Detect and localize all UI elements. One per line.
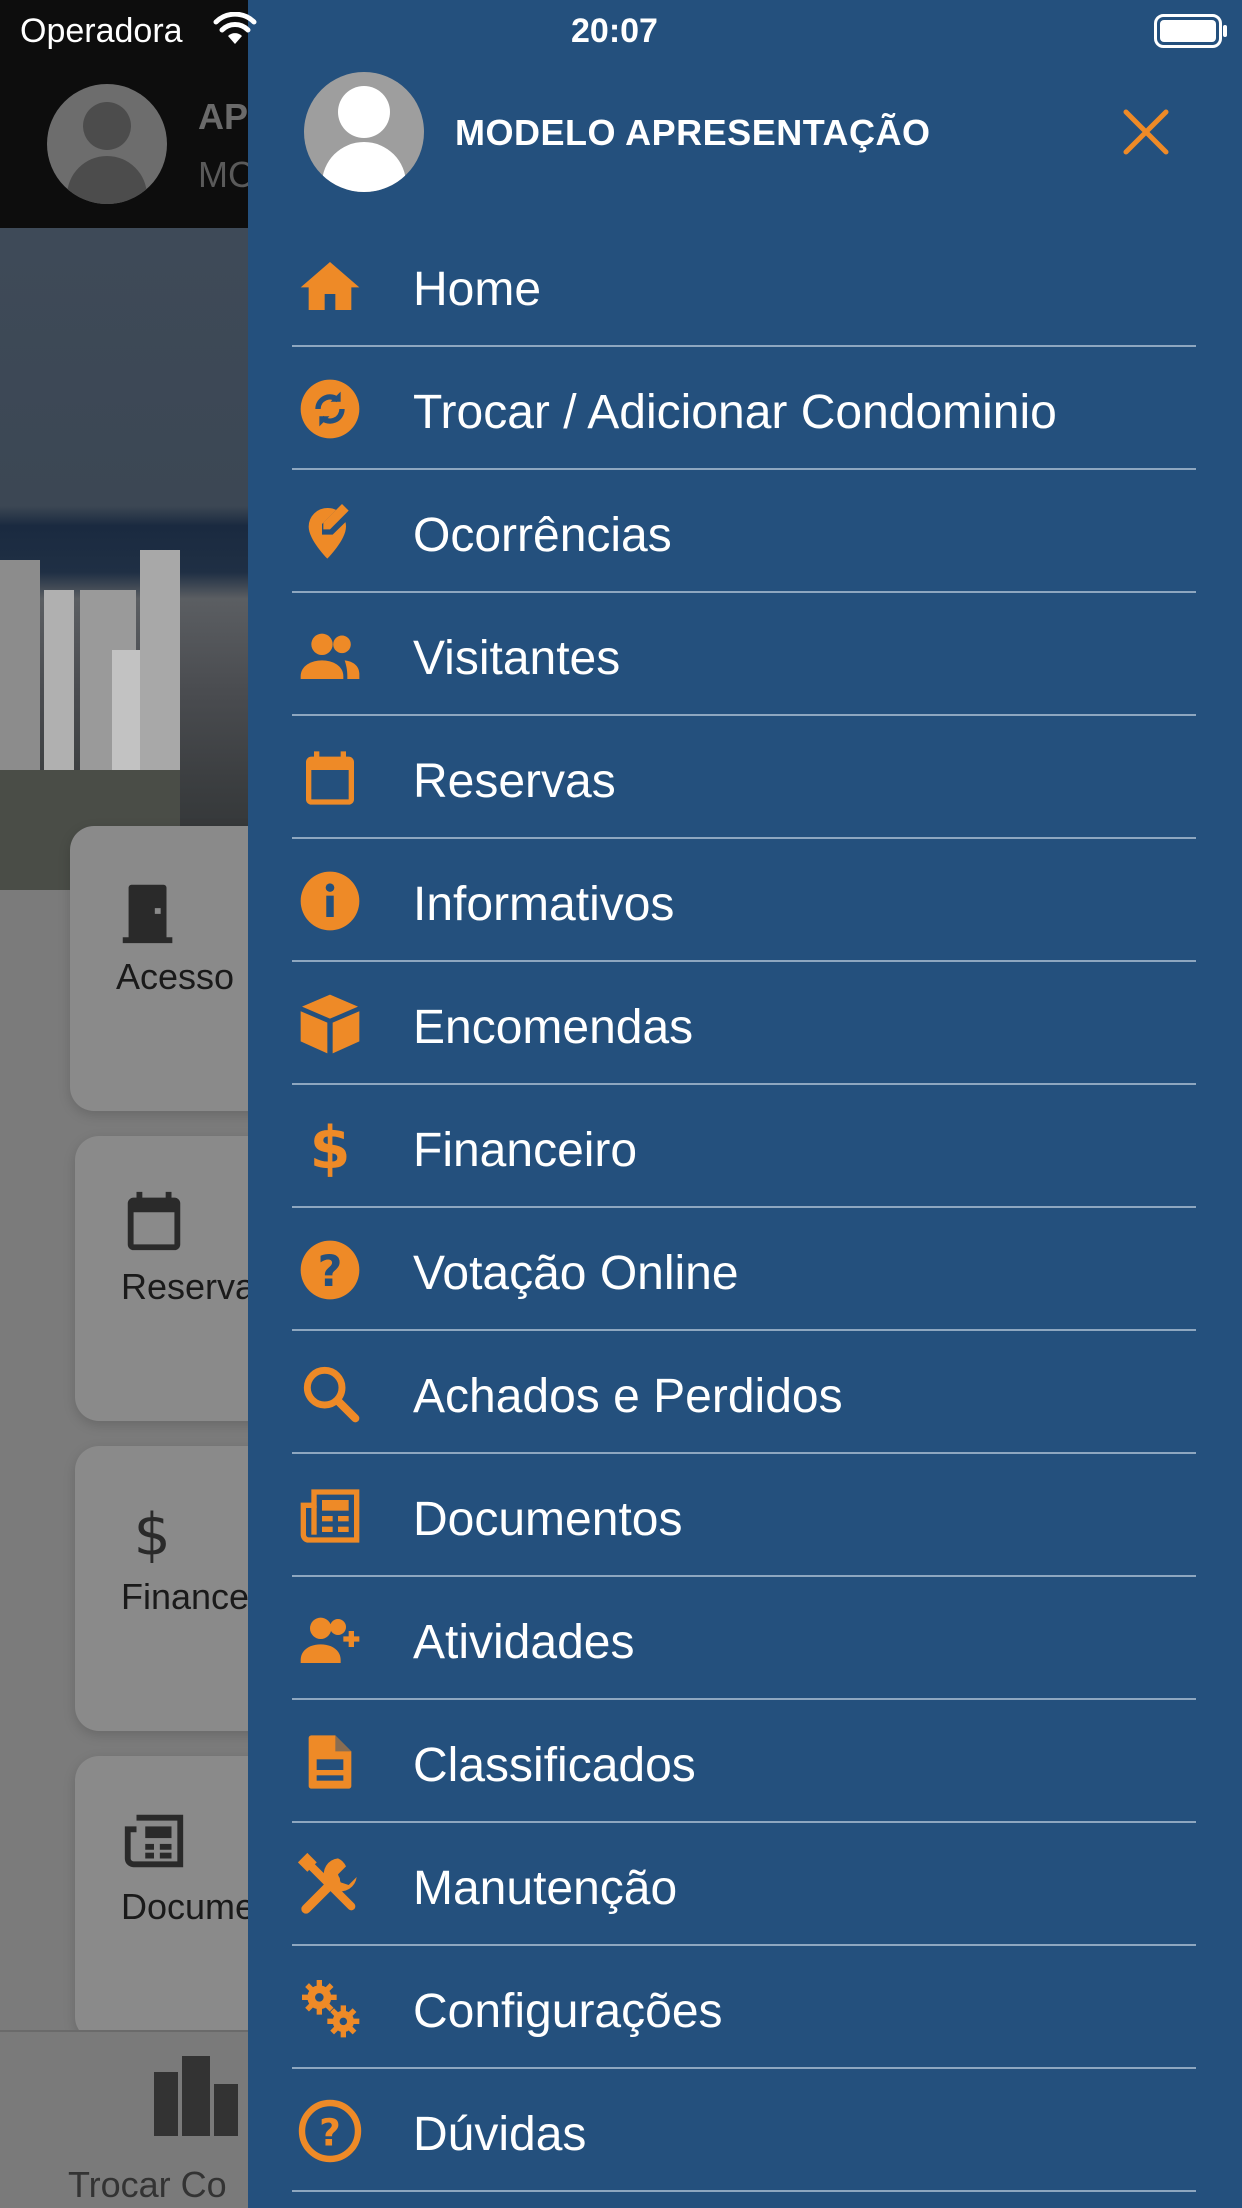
menu-item-financeiro[interactable]: $ Financeiro xyxy=(292,1085,1196,1208)
navigation-drawer: MODELO APRESENTAÇÃO Home Trocar / Adicio… xyxy=(248,0,1242,2208)
menu-item-label: Achados e Perdidos xyxy=(413,1370,843,1423)
menu-item-label: Votação Online xyxy=(413,1247,739,1300)
status-bar: Operadora 20:07 xyxy=(0,0,1242,60)
home-icon xyxy=(292,254,368,318)
menu-item-label: Informativos xyxy=(413,878,675,931)
close-icon[interactable] xyxy=(1118,104,1174,160)
gears-icon xyxy=(292,1976,368,2040)
document-icon xyxy=(292,1730,368,1794)
menu-item-label: Visitantes xyxy=(413,632,621,685)
menu-item-votacao-online[interactable]: ? Votação Online xyxy=(292,1208,1196,1331)
menu-item-configuracoes[interactable]: Configurações xyxy=(292,1946,1196,2069)
search-icon xyxy=(292,1361,368,1425)
users-icon xyxy=(292,623,368,687)
svg-text:?: ? xyxy=(319,2111,341,2155)
map-marker-edit-icon xyxy=(292,500,368,564)
menu-item-trocar-condominio[interactable]: Trocar / Adicionar Condominio xyxy=(292,347,1196,470)
wifi-icon xyxy=(213,12,257,44)
dollar-icon: $ xyxy=(292,1115,368,1179)
user-name: MODELO APRESENTAÇÃO xyxy=(455,112,931,153)
dollar-icon: $ xyxy=(134,1500,171,1566)
menu-item-label: Documentos xyxy=(413,1493,683,1546)
menu-item-manutencao[interactable]: Manutenção xyxy=(292,1823,1196,1946)
newspaper-icon xyxy=(292,1484,368,1548)
menu-item-informativos[interactable]: Informativos xyxy=(292,839,1196,962)
background-avatar xyxy=(47,84,167,204)
city-icon xyxy=(154,2056,238,2136)
menu-item-classificados[interactable]: Classificados xyxy=(292,1700,1196,1823)
tools-icon xyxy=(292,1853,368,1917)
calendar-icon xyxy=(292,746,368,810)
menu-item-ocorrencias[interactable]: Ocorrências xyxy=(292,470,1196,593)
menu-item-label: Ocorrências xyxy=(413,509,672,562)
menu-item-documentos[interactable]: Documentos xyxy=(292,1454,1196,1577)
background-bottom-label: Trocar Co xyxy=(68,2164,227,2205)
info-icon xyxy=(292,869,368,933)
menu-item-label: Financeiro xyxy=(413,1124,638,1177)
menu-item-label: Atividades xyxy=(413,1616,635,1669)
menu-item-label: Trocar / Adicionar Condominio xyxy=(413,386,1057,439)
background-header-title: AP xyxy=(198,96,249,137)
door-icon xyxy=(122,884,173,944)
menu-item-home[interactable]: Home xyxy=(292,224,1196,347)
user-plus-icon xyxy=(292,1607,368,1671)
svg-text:$: $ xyxy=(310,1115,351,1179)
background-card-label: Reserva xyxy=(121,1266,256,1307)
sync-icon xyxy=(292,377,368,441)
menu-item-label: Home xyxy=(413,263,542,316)
menu-item-atividades[interactable]: Atividades xyxy=(292,1577,1196,1700)
menu-item-achados-perdidos[interactable]: Achados e Perdidos xyxy=(292,1331,1196,1454)
avatar xyxy=(304,72,424,192)
background-card-label: Finance xyxy=(121,1576,250,1617)
menu-item-label: Configurações xyxy=(413,1985,723,2038)
background-card-label: Acesso xyxy=(116,956,235,997)
battery-icon xyxy=(1154,14,1227,48)
calendar-icon xyxy=(127,1191,181,1251)
menu-item-encomendas[interactable]: Encomendas xyxy=(292,962,1196,1085)
background-card-label: Docume xyxy=(121,1886,256,1927)
menu-item-label: Classificados xyxy=(413,1739,696,1792)
menu-item-label: Dúvidas xyxy=(413,2108,587,2161)
question-circle-icon: ? xyxy=(292,1238,368,1302)
help-circle-icon: ? xyxy=(292,2099,368,2163)
background-header-subtitle: MC xyxy=(198,154,254,195)
menu-item-label: Encomendas xyxy=(413,1001,694,1054)
drawer-menu: Home Trocar / Adicionar Condominio Ocorr… xyxy=(292,224,1196,2192)
menu-item-label: Manutenção xyxy=(413,1862,678,1915)
menu-item-label: Reservas xyxy=(413,755,616,808)
menu-item-visitantes[interactable]: Visitantes xyxy=(292,593,1196,716)
svg-text:$: $ xyxy=(134,1500,171,1566)
menu-item-reservas[interactable]: Reservas xyxy=(292,716,1196,839)
svg-text:?: ? xyxy=(318,1247,343,1297)
newspaper-icon xyxy=(124,1814,184,1868)
status-time: 20:07 xyxy=(571,12,658,50)
carrier-label: Operadora xyxy=(20,12,183,50)
menu-item-duvidas[interactable]: ? Dúvidas xyxy=(292,2069,1196,2192)
package-icon xyxy=(292,992,368,1056)
